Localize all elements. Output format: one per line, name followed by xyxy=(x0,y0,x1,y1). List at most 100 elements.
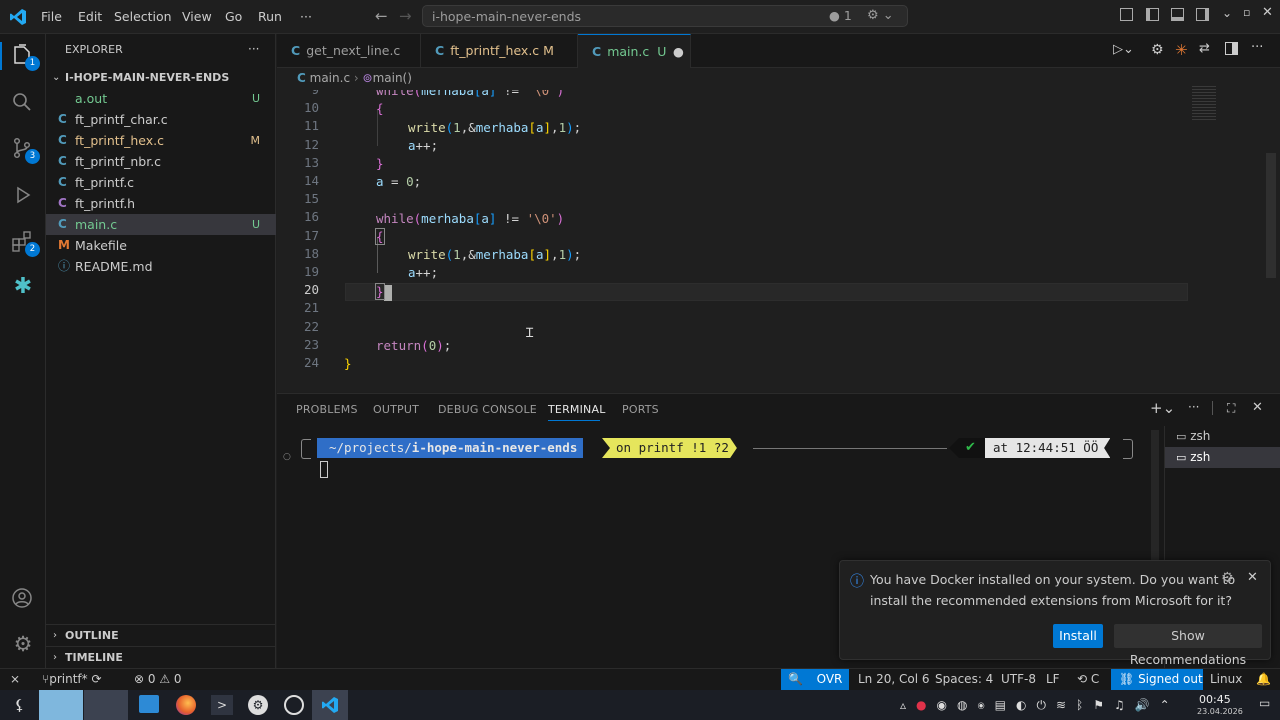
cursor-position[interactable]: Ln 20, Col 6 xyxy=(858,669,930,690)
clock-time[interactable]: 00:45 xyxy=(1199,693,1231,706)
code-line-11: write(1,&merhaba[a],1); xyxy=(408,120,582,135)
c-file-icon: C xyxy=(58,217,67,231)
settings-gear-icon[interactable]: ⚙ xyxy=(11,633,35,657)
unsaved-dot-icon[interactable]: ● xyxy=(673,35,684,69)
file-ft-printf-h[interactable]: C ft_printf.h xyxy=(46,193,276,214)
toggle-panel-icon[interactable] xyxy=(1171,8,1184,21)
tab-ft-printf-hex[interactable]: Cft_printf_hex.c M xyxy=(421,34,578,68)
line-ending[interactable]: LF xyxy=(1046,669,1060,690)
encoding[interactable]: UTF-8 xyxy=(1001,669,1036,690)
extensions-icon[interactable]: 2 xyxy=(11,230,40,257)
file-makefile[interactable]: M Makefile xyxy=(46,235,276,256)
toggle-sidebar-icon[interactable] xyxy=(1146,8,1159,21)
close-panel-icon[interactable]: ✕ xyxy=(1252,400,1263,415)
tab-main-c[interactable]: Cmain.c U ● xyxy=(578,34,691,69)
terminal-scrollbar[interactable] xyxy=(1151,430,1159,580)
terminal-app-icon[interactable]: > xyxy=(211,695,233,715)
timeline-section[interactable]: › TIMELINE xyxy=(46,646,275,668)
run-code-icon[interactable]: ▷⌄ xyxy=(1113,42,1134,57)
file-ft-printf-hex[interactable]: C ft_printf_hex.c M xyxy=(46,130,276,151)
tab-terminal[interactable]: TERMINAL xyxy=(548,403,606,416)
install-button[interactable]: Install xyxy=(1053,624,1103,648)
editor-scrollbar[interactable] xyxy=(1266,153,1276,278)
panel-more-icon[interactable]: ··· xyxy=(1188,400,1199,414)
minimap[interactable] xyxy=(1192,86,1216,120)
new-terminal-icon[interactable]: +⌄ xyxy=(1150,399,1175,417)
more-actions-icon[interactable]: ··· xyxy=(1251,40,1263,55)
explorer-icon[interactable]: 1 xyxy=(11,44,40,71)
workspace-2[interactable] xyxy=(84,690,128,720)
app-launcher-icon[interactable]: ⚸ xyxy=(14,696,25,714)
vscode-taskbar-item[interactable] xyxy=(312,690,348,720)
workspace-1[interactable] xyxy=(39,690,83,720)
accounts-icon[interactable] xyxy=(11,587,35,611)
zoom-icon[interactable]: 🔍 xyxy=(781,669,810,690)
firefox-icon[interactable] xyxy=(176,695,196,715)
notification-settings-icon[interactable]: ⚙ xyxy=(1221,570,1234,586)
menu-selection[interactable]: Selection xyxy=(114,9,172,24)
overtype-status[interactable]: OVR xyxy=(810,669,849,690)
file-manager-icon[interactable] xyxy=(139,695,159,713)
clock-app-icon[interactable] xyxy=(284,695,304,715)
toggle-secondary-sidebar-icon[interactable] xyxy=(1196,8,1209,21)
steam-icon[interactable]: ⚙ xyxy=(248,695,268,715)
remote-icon[interactable]: ⨯ xyxy=(10,669,20,690)
show-recommendations-button[interactable]: Show Recommendations xyxy=(1114,624,1262,667)
language-mode[interactable]: ⟲ C xyxy=(1077,669,1099,690)
menu-run[interactable]: Run xyxy=(258,9,282,24)
problems-status[interactable]: ⊗ 0 ⚠ 0 xyxy=(134,669,182,690)
settings-icon[interactable]: ⚙ xyxy=(1151,42,1164,58)
file-a-out[interactable]: a.out U xyxy=(46,88,276,109)
close-window-icon[interactable]: ✕ xyxy=(1262,5,1273,20)
accounts-status[interactable]: ⛓ Signed out xyxy=(1111,669,1203,690)
file-ft-printf-char[interactable]: C ft_printf_char.c xyxy=(46,109,276,130)
maximize-panel-icon[interactable]: ⛶ xyxy=(1227,401,1235,416)
tab-problems[interactable]: PROBLEMS xyxy=(296,403,358,416)
system-tray[interactable]: ▵●◉◍⦿▤◐⏻≋ᛒ⚑♫🔊⌃ xyxy=(900,698,1180,712)
menu-file[interactable]: File xyxy=(41,9,62,24)
branch-status[interactable]: ⑂printf* ⟳ xyxy=(42,669,102,690)
menu-view[interactable]: View xyxy=(182,9,212,24)
compare-icon[interactable]: ⇄ xyxy=(1199,41,1210,56)
code-editor[interactable]: C main.c › ⊚main() 9 10 11 12 13 14 15 16 17 18 19… xyxy=(277,68,1280,392)
search-icon[interactable] xyxy=(11,91,35,115)
terminal-item-active[interactable]: ▭ zsh xyxy=(1165,447,1280,468)
menu-more[interactable]: ··· xyxy=(300,9,312,24)
outline-section[interactable]: › OUTLINE xyxy=(46,624,275,646)
file-main-c[interactable]: C main.c U xyxy=(46,214,276,235)
tab-ports[interactable]: PORTS xyxy=(622,403,659,416)
show-desktop-icon[interactable]: ▭ xyxy=(1259,696,1270,710)
menu-edit[interactable]: Edit xyxy=(78,9,102,24)
source-control-icon[interactable]: 3 xyxy=(11,137,40,164)
file-ft-printf-c[interactable]: C ft_printf.c xyxy=(46,172,276,193)
copilot-icon[interactable]: ⚙ ⌄ xyxy=(867,8,894,23)
notifications-bell-icon[interactable]: 🔔 xyxy=(1256,669,1271,690)
command-center[interactable]: i-hope-main-never-ends ● 1 ⚙ ⌄ xyxy=(422,5,908,27)
tab-debug-console[interactable]: DEBUG CONSOLE xyxy=(438,403,537,416)
notification-close-icon[interactable]: ✕ xyxy=(1247,570,1258,585)
file-status: U xyxy=(251,218,260,231)
problems-indicator[interactable]: ● 1 xyxy=(829,8,852,23)
breadcrumb-symbol[interactable]: main() xyxy=(373,71,412,85)
minimize-icon[interactable]: ⌄ xyxy=(1222,6,1232,20)
remote-explorer-icon[interactable]: ✱ xyxy=(11,276,35,300)
breadcrumb-file[interactable]: main.c xyxy=(310,71,350,85)
back-arrow-icon[interactable]: ← xyxy=(375,7,388,25)
menu-go[interactable]: Go xyxy=(225,9,242,24)
forward-arrow-icon[interactable]: → xyxy=(399,7,412,25)
file-ft-printf-nbr[interactable]: C ft_printf_nbr.c xyxy=(46,151,276,172)
explorer-more-icon[interactable]: ··· xyxy=(248,42,259,56)
terminal-item[interactable]: ▭ zsh xyxy=(1165,426,1280,447)
extension-action-icon[interactable]: ✳ xyxy=(1175,41,1188,59)
indentation[interactable]: Spaces: 4 xyxy=(935,669,993,690)
os-indicator[interactable]: Linux xyxy=(1210,669,1242,690)
code-line-17: { xyxy=(375,228,385,245)
restore-icon[interactable]: ▫ xyxy=(1243,6,1250,19)
customize-layout-icon[interactable] xyxy=(1120,8,1133,21)
split-editor-icon[interactable] xyxy=(1225,42,1238,55)
run-debug-icon[interactable] xyxy=(11,184,35,208)
file-readme[interactable]: ⓘ README.md xyxy=(46,256,276,277)
folder-header[interactable]: ⌄ I-HOPE-MAIN-NEVER-ENDS xyxy=(46,68,275,88)
tab-output[interactable]: OUTPUT xyxy=(373,403,419,416)
tab-get-next-line[interactable]: Cget_next_line.c xyxy=(277,34,421,68)
